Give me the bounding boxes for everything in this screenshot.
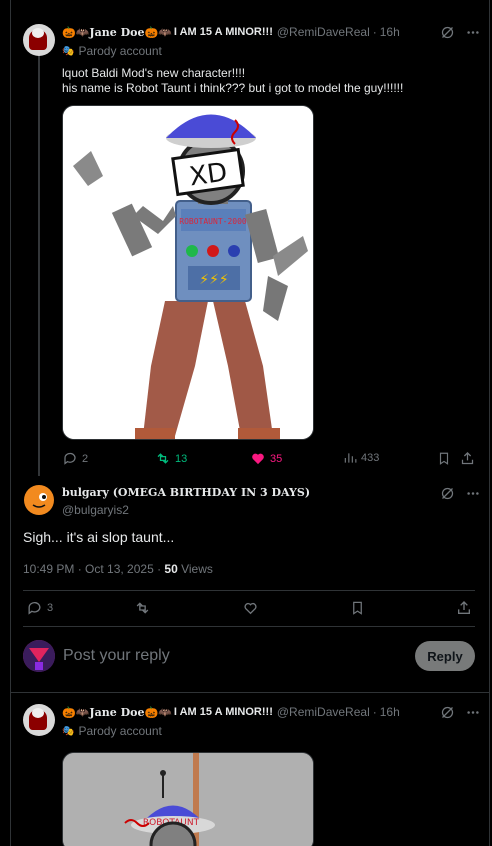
name-emoji-prefix: 🎃🦇 bbox=[62, 26, 90, 39]
avatar[interactable] bbox=[23, 484, 55, 516]
reply-button[interactable]: 2 bbox=[62, 451, 88, 466]
tweet-text: Sigh... it's ai slop taunt... bbox=[23, 529, 175, 545]
heart-icon bbox=[252, 453, 264, 465]
chest-label: ROBOTAUNT-2000 bbox=[179, 217, 247, 226]
reply-count: 2 bbox=[82, 452, 89, 465]
tweet-timestamp: 10:49 PM · Oct 13, 2025 · 50 Views bbox=[23, 562, 213, 576]
name-emoji-prefix: 🎃🦇 bbox=[62, 706, 90, 719]
repost-button[interactable]: 13 bbox=[155, 451, 187, 466]
tweet-author-row: bulgary (OMEGA BIRTHDAY IN 3 DAYS) bbox=[62, 486, 310, 499]
grok-icon[interactable] bbox=[440, 705, 455, 720]
grok-icon[interactable] bbox=[440, 25, 455, 40]
timestamp-text[interactable]: 10:49 PM · Oct 13, 2025 · bbox=[23, 562, 164, 576]
parody-text: Parody account bbox=[78, 44, 162, 58]
timestamp[interactable]: 16h bbox=[380, 705, 400, 719]
share-button[interactable] bbox=[460, 451, 475, 466]
more-icon[interactable] bbox=[465, 486, 481, 501]
separator-dot: · bbox=[372, 705, 377, 719]
tweet-text: lquot Baldi Mod's new character!!!! his … bbox=[62, 66, 404, 95]
reply-icon bbox=[28, 602, 41, 615]
bookmark-button[interactable] bbox=[437, 451, 451, 466]
display-name[interactable]: Jane Doe bbox=[89, 706, 144, 719]
timeline-border-left bbox=[10, 0, 11, 846]
display-name[interactable]: bulgary (OMEGA BIRTHDAY IN 3 DAYS) bbox=[62, 486, 310, 499]
tweet-author-row: 🎃🦇 Jane Doe 🎃🦇 I AM 15 A MINOR!!! @RemiD… bbox=[62, 705, 400, 719]
svg-text:⚡⚡⚡: ⚡⚡⚡ bbox=[199, 271, 229, 287]
handle[interactable]: @RemiDaveReal bbox=[277, 25, 370, 39]
reply-submit-button[interactable]: Reply bbox=[415, 641, 475, 671]
my-avatar[interactable] bbox=[23, 640, 55, 672]
thread-connector bbox=[38, 52, 40, 476]
like-button[interactable]: 35 bbox=[250, 451, 282, 466]
parody-label: 🎭 Parody account bbox=[62, 44, 162, 58]
like-button[interactable] bbox=[242, 600, 259, 616]
parody-label: 🎭 Parody account bbox=[62, 724, 162, 738]
bookmark-icon bbox=[353, 601, 362, 615]
repost-count: 13 bbox=[175, 452, 188, 465]
robot-taunt-image: ROBOTAUNT-2000 ⚡⚡⚡ XD bbox=[63, 106, 313, 439]
divider bbox=[10, 692, 490, 693]
tweet-top-actions bbox=[440, 486, 481, 501]
repost-button[interactable] bbox=[134, 600, 151, 616]
timeline-border-right bbox=[489, 0, 490, 846]
bookmark-button[interactable] bbox=[350, 600, 365, 616]
tweet-image[interactable]: ROBOTAUNT bbox=[62, 752, 314, 846]
tweet-image[interactable]: ROBOTAUNT-2000 ⚡⚡⚡ XD bbox=[62, 105, 314, 440]
robot-taunt-image-2: ROBOTAUNT bbox=[63, 753, 313, 846]
reply-input[interactable]: Post your reply bbox=[63, 647, 170, 665]
reply-count: 3 bbox=[47, 602, 54, 614]
avatar-graphic bbox=[23, 640, 55, 672]
display-name-suffix[interactable]: I AM 15 A MINOR!!! bbox=[174, 26, 273, 38]
divider bbox=[23, 626, 475, 627]
tweet-top-actions bbox=[440, 705, 481, 720]
handle[interactable]: @bulgaryis2 bbox=[62, 503, 129, 517]
heart-icon bbox=[244, 602, 257, 615]
like-count: 35 bbox=[270, 452, 283, 465]
share-icon bbox=[458, 601, 470, 614]
avatar[interactable] bbox=[23, 24, 55, 56]
timestamp[interactable]: 16h bbox=[380, 25, 400, 39]
divider bbox=[23, 590, 475, 591]
orange-ball-avatar bbox=[24, 485, 54, 515]
views-count: 433 bbox=[361, 452, 380, 464]
views-icon bbox=[344, 453, 357, 463]
reply-button[interactable]: 3 bbox=[26, 600, 53, 616]
handle[interactable]: @RemiDaveReal bbox=[277, 705, 370, 719]
share-icon bbox=[461, 451, 474, 465]
tweet-author-row: 🎃🦇 Jane Doe 🎃🦇 I AM 15 A MINOR!!! @RemiD… bbox=[62, 25, 400, 39]
share-button[interactable] bbox=[456, 600, 472, 616]
mask-icon: 🎭 bbox=[62, 725, 75, 737]
display-name-suffix[interactable]: I AM 15 A MINOR!!! bbox=[174, 706, 273, 718]
avatar[interactable] bbox=[23, 704, 55, 736]
repost-icon bbox=[157, 453, 169, 464]
more-icon[interactable] bbox=[465, 705, 481, 720]
grok-icon[interactable] bbox=[440, 486, 455, 501]
face-label: XD bbox=[188, 157, 230, 192]
name-emoji-mid: 🎃🦇 bbox=[144, 706, 172, 719]
mask-icon: 🎭 bbox=[62, 45, 75, 57]
more-icon[interactable] bbox=[465, 25, 481, 40]
views-button[interactable]: 433 bbox=[343, 451, 379, 465]
display-name[interactable]: Jane Doe bbox=[89, 26, 144, 39]
repost-icon bbox=[136, 602, 149, 614]
parody-text: Parody account bbox=[78, 724, 162, 738]
name-emoji-mid: 🎃🦇 bbox=[144, 26, 172, 39]
separator-dot: · bbox=[372, 25, 377, 39]
tweet-top-actions bbox=[440, 25, 481, 40]
views-label: Views bbox=[177, 562, 213, 576]
reply-icon bbox=[64, 452, 76, 465]
bookmark-icon bbox=[439, 452, 449, 465]
views-count: 50 bbox=[164, 562, 178, 576]
